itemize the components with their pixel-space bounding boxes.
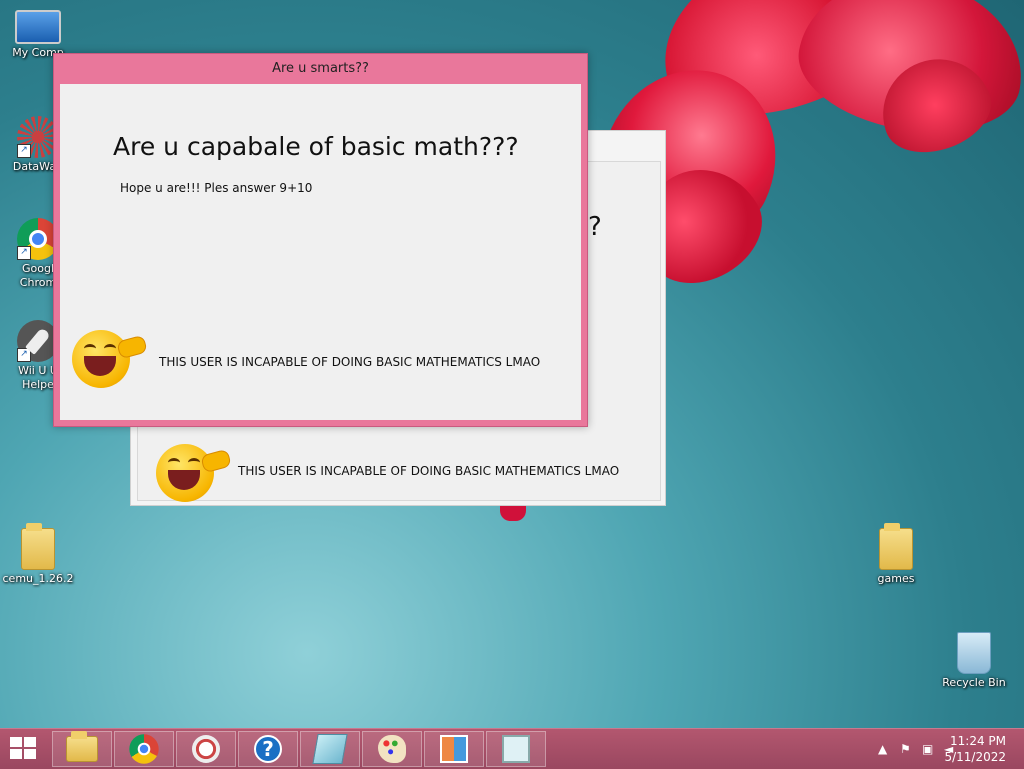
taskbar-control-panel[interactable] <box>424 731 484 767</box>
taskbar-paint[interactable] <box>362 731 422 767</box>
file-explorer-icon <box>66 731 98 762</box>
desktop-icon-recycle-bin[interactable]: Recycle Bin <box>936 632 1012 690</box>
dialog-heading: Are u capabale of basic math??? <box>113 132 519 161</box>
taskbar-notepad[interactable] <box>300 731 360 767</box>
computer-icon <box>15 10 61 44</box>
windows-logo-pane <box>10 749 22 759</box>
shortcut-arrow-icon: ↗ <box>17 144 31 158</box>
taskbar: ? ▲ ⚑ ▣ ◄ 11:24 PM 5/11/2022 <box>0 728 1024 769</box>
clock-time[interactable]: 11:24 PM <box>950 734 1006 748</box>
network-icon[interactable]: ▣ <box>922 742 933 756</box>
mock-message: THIS USER IS INCAPABLE OF DOING BASIC MA… <box>159 355 541 369</box>
clock-date[interactable]: 5/11/2022 <box>944 750 1006 764</box>
laughing-emoji-icon <box>156 444 232 508</box>
taskbar-help[interactable]: ? <box>238 731 298 767</box>
recycle-bin-icon <box>957 632 991 674</box>
desktop-icon-label: cemu_1.26.2 <box>2 572 74 585</box>
desktop-icon-label: Recycle Bin <box>942 676 1006 689</box>
dialog-client-area: Are u capabale of basic math??? Hope u a… <box>60 84 581 420</box>
shortcut-arrow-icon: ↗ <box>17 348 31 362</box>
control-panel-icon <box>440 735 468 763</box>
folder-icon <box>879 523 913 570</box>
taskbar-snipping-tool[interactable] <box>176 731 236 767</box>
desktop-icon-cemu[interactable]: cemu_1.26.2 <box>0 523 76 586</box>
taskbar-task-manager[interactable] <box>486 731 546 767</box>
mock-message: THIS USER IS INCAPABLE OF DOING BASIC MA… <box>238 464 620 478</box>
desktop-icon-games[interactable]: games <box>858 523 934 586</box>
show-hidden-icons-icon[interactable]: ▲ <box>878 742 887 756</box>
laughing-emoji-icon <box>72 330 148 394</box>
task-manager-icon <box>502 735 530 763</box>
dialog-heading-fragment: ? <box>588 212 602 242</box>
taskbar-chrome[interactable] <box>114 731 174 767</box>
windows-logo-pane <box>24 749 36 759</box>
help-icon: ? <box>254 735 282 763</box>
desktop: My Comp ↗ DataWag ↗ Googl Chrom ↗ Wii U … <box>0 0 1024 728</box>
notepad-icon <box>312 734 348 764</box>
system-tray: ▲ ⚑ ▣ ◄ 11:24 PM 5/11/2022 <box>844 729 1024 769</box>
windows-logo-icon <box>10 737 22 747</box>
shortcut-arrow-icon: ↗ <box>17 246 31 260</box>
desktop-icon-label: games <box>877 572 915 585</box>
dialog-title: Are u smarts?? <box>272 61 369 76</box>
chrome-icon <box>129 734 159 764</box>
math-dialog-window[interactable]: Are u smarts?? Are u capabale of basic m… <box>53 53 588 427</box>
snipping-icon <box>192 735 220 763</box>
dialog-prompt: Hope u are!!! Ples answer 9+10 <box>120 181 313 195</box>
action-center-flag-icon[interactable]: ⚑ <box>900 742 911 756</box>
folder-icon <box>21 523 55 570</box>
dialog-titlebar[interactable]: Are u smarts?? <box>54 54 587 84</box>
start-button[interactable] <box>10 737 38 761</box>
windows-logo-pane <box>24 737 36 747</box>
desktop-icon-label: Googl Chrom <box>19 262 57 289</box>
taskbar-file-explorer[interactable] <box>52 731 112 767</box>
paint-icon <box>378 735 406 763</box>
